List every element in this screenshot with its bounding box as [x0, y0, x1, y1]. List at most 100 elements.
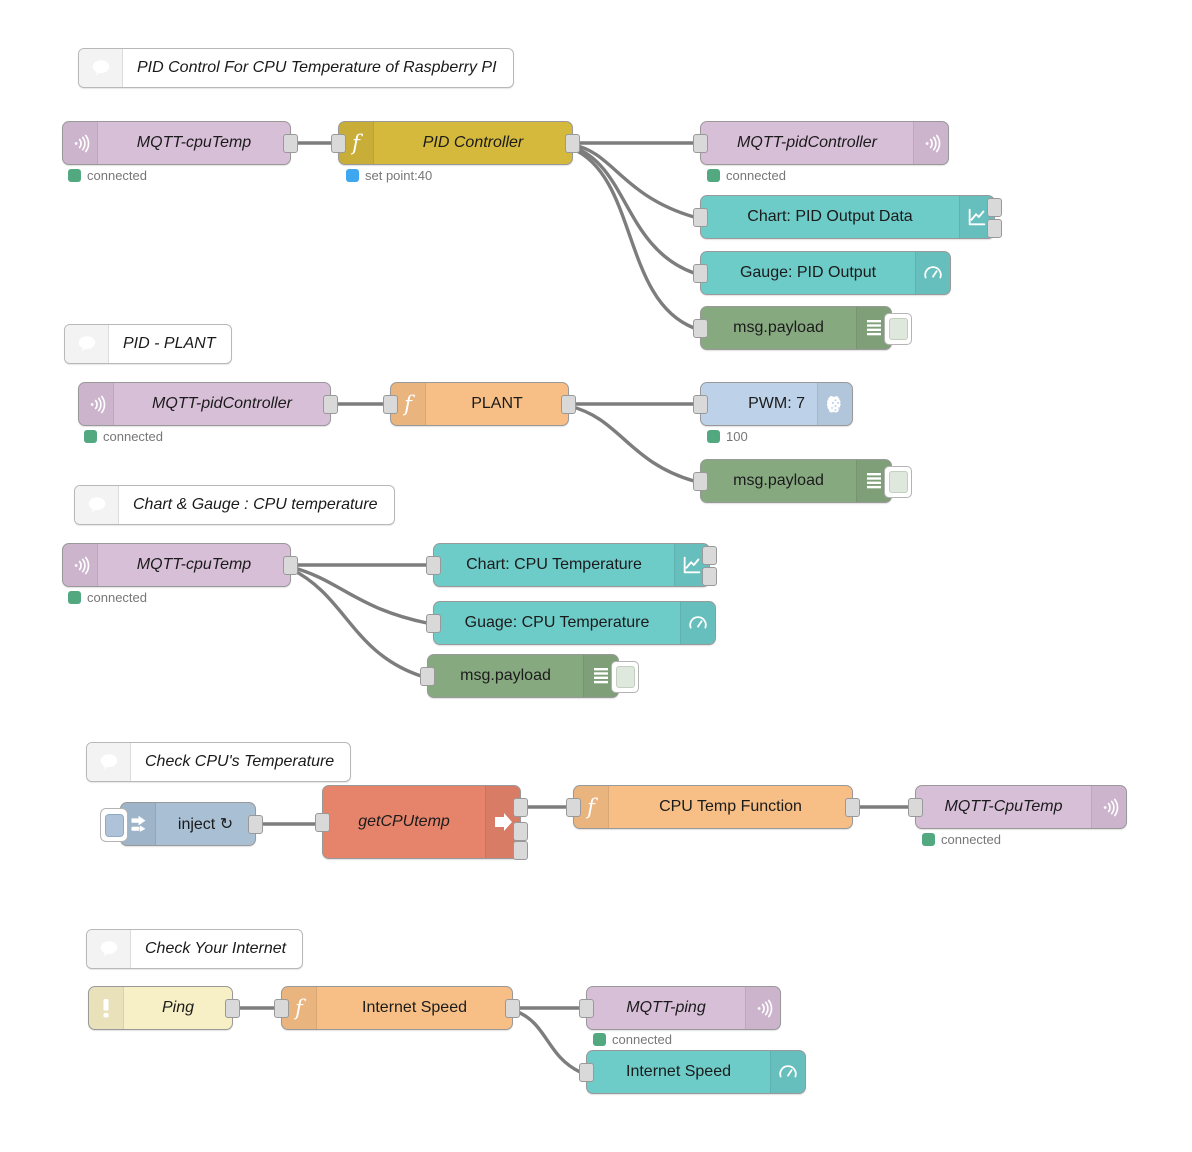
mqtt-antenna-icon: [63, 122, 98, 164]
comment-node-g2[interactable]: PID - PLANT: [64, 324, 233, 364]
input-port[interactable]: [908, 798, 923, 817]
node-label: Internet Speed: [626, 1063, 731, 1080]
node-mqtt-ping[interactable]: MQTT-ping: [579, 986, 781, 1030]
output-port[interactable]: [323, 395, 338, 414]
node-label: Ping: [161, 999, 195, 1016]
mqtt-antenna-icon: [63, 544, 98, 586]
node-rpi-pwm-7[interactable]: PWM: 7: [693, 382, 853, 426]
comment-node-g3[interactable]: Chart & Gauge : CPU temperature: [74, 485, 395, 525]
gauge-icon: [915, 252, 950, 294]
wire-n11-n14: [289, 567, 423, 678]
node-mqtt-pidcontroller-in[interactable]: MQTT-pidController: [78, 382, 338, 426]
node-chart-cpu-temperature[interactable]: Chart: CPU Temperature: [426, 543, 717, 587]
comment-label: PID - PLANT: [123, 335, 216, 352]
debug-enable-toggle[interactable]: [884, 313, 912, 345]
node-gauge-cpu-temperature[interactable]: Guage: CPU Temperature: [426, 601, 716, 645]
flow-canvas[interactable]: PID Control For CPU Temperature of Raspb…: [0, 0, 1192, 1152]
mqtt-antenna-icon: [913, 122, 948, 164]
output-port-1[interactable]: [513, 798, 528, 817]
output-port[interactable]: [283, 134, 298, 153]
comment-icon: [87, 743, 131, 781]
node-chart-pid-output-data[interactable]: Chart: PID Output Data: [693, 195, 1002, 239]
node-mqtt-cputemp-out[interactable]: MQTT-CpuTemp: [908, 785, 1127, 829]
node-mqtt-cputemp-1[interactable]: MQTT-cpuTemp: [62, 121, 298, 165]
node-plant-function[interactable]: f PLANT: [383, 382, 576, 426]
node-cpu-temp-function[interactable]: f CPU Temp Function: [566, 785, 860, 829]
svg-text:f: f: [293, 996, 306, 1020]
comment-node-g4[interactable]: Check CPU's Temperature: [86, 742, 352, 782]
input-port[interactable]: [331, 134, 346, 153]
debug-enable-toggle[interactable]: [611, 661, 639, 693]
node-internet-speed-function[interactable]: f Internet Speed: [274, 986, 520, 1030]
input-port[interactable]: [579, 999, 594, 1018]
svg-text:f: f: [402, 392, 415, 416]
wire-n8-n10: [567, 404, 696, 483]
node-status-rpi-pwm-7: 100: [707, 429, 748, 444]
output-port[interactable]: [565, 134, 580, 153]
input-port[interactable]: [383, 395, 398, 414]
input-port[interactable]: [579, 1063, 594, 1082]
node-mqtt-pidcontroller-out[interactable]: MQTT-pidController: [693, 121, 949, 165]
output-port[interactable]: [225, 999, 240, 1018]
comment-node-g1[interactable]: PID Control For CPU Temperature of Raspb…: [78, 48, 514, 88]
node-inject[interactable]: inject ↻: [100, 802, 263, 846]
node-gauge-internet-speed[interactable]: Internet Speed: [579, 1050, 806, 1094]
comment-label: PID Control For CPU Temperature of Raspb…: [137, 59, 497, 76]
comment-label: Check CPU's Temperature: [145, 753, 335, 770]
node-label: msg.payload: [460, 667, 551, 684]
node-label: MQTT-ping: [626, 999, 706, 1016]
input-port[interactable]: [693, 134, 708, 153]
input-port[interactable]: [315, 813, 330, 832]
output-port-3[interactable]: [513, 841, 528, 860]
input-port[interactable]: [274, 999, 289, 1018]
node-mqtt-cputemp-2[interactable]: MQTT-cpuTemp: [62, 543, 298, 587]
mqtt-antenna-icon: [79, 383, 114, 425]
node-label: PID Controller: [422, 134, 524, 151]
node-debug-msg-payload-1[interactable]: msg.payload: [693, 306, 912, 350]
node-label: MQTT-cpuTemp: [136, 556, 252, 573]
output-port-2[interactable]: [987, 219, 1002, 238]
input-port[interactable]: [693, 264, 708, 283]
comment-icon: [65, 325, 109, 363]
output-port-2[interactable]: [513, 822, 528, 841]
node-ping[interactable]: Ping: [88, 986, 240, 1030]
status-dot-icon: [593, 1033, 606, 1046]
node-debug-msg-payload-2[interactable]: msg.payload: [693, 459, 912, 503]
input-port[interactable]: [693, 472, 708, 491]
output-port[interactable]: [845, 798, 860, 817]
comment-icon: [87, 930, 131, 968]
node-exec-getcputemp[interactable]: getCPUtemp: [315, 785, 528, 860]
output-port-1[interactable]: [702, 546, 717, 565]
node-gauge-pid-output[interactable]: Gauge: PID Output: [693, 251, 951, 295]
wire-n2-n4: [571, 143, 696, 219]
input-port[interactable]: [426, 556, 441, 575]
input-port[interactable]: [420, 667, 435, 686]
status-dot-icon: [707, 169, 720, 182]
node-status-mqtt-cputemp-out: connected: [922, 832, 1001, 847]
output-port[interactable]: [248, 815, 263, 834]
node-label: msg.payload: [733, 472, 824, 489]
node-debug-msg-payload-3[interactable]: msg.payload: [420, 654, 639, 698]
debug-enable-toggle[interactable]: [884, 466, 912, 498]
inject-trigger-button[interactable]: [100, 808, 128, 842]
status-text: connected: [103, 429, 163, 444]
input-port[interactable]: [693, 319, 708, 338]
input-port[interactable]: [566, 798, 581, 817]
input-port[interactable]: [693, 395, 708, 414]
input-port[interactable]: [426, 614, 441, 633]
output-port-2[interactable]: [702, 567, 717, 586]
output-port-1[interactable]: [987, 198, 1002, 217]
exclamation-icon: [89, 987, 124, 1029]
comment-node-g5[interactable]: Check Your Internet: [86, 929, 304, 969]
node-label: MQTT-cpuTemp: [136, 134, 252, 151]
status-text: connected: [941, 832, 1001, 847]
status-text: connected: [726, 168, 786, 183]
wire-n20-n22: [511, 1008, 582, 1074]
node-pid-controller[interactable]: f PID Controller: [331, 121, 580, 165]
node-label: Guage: CPU Temperature: [464, 614, 650, 631]
output-port[interactable]: [283, 556, 298, 575]
input-port[interactable]: [693, 208, 708, 227]
output-port[interactable]: [561, 395, 576, 414]
node-label: Chart: PID Output Data: [747, 208, 913, 225]
output-port[interactable]: [505, 999, 520, 1018]
